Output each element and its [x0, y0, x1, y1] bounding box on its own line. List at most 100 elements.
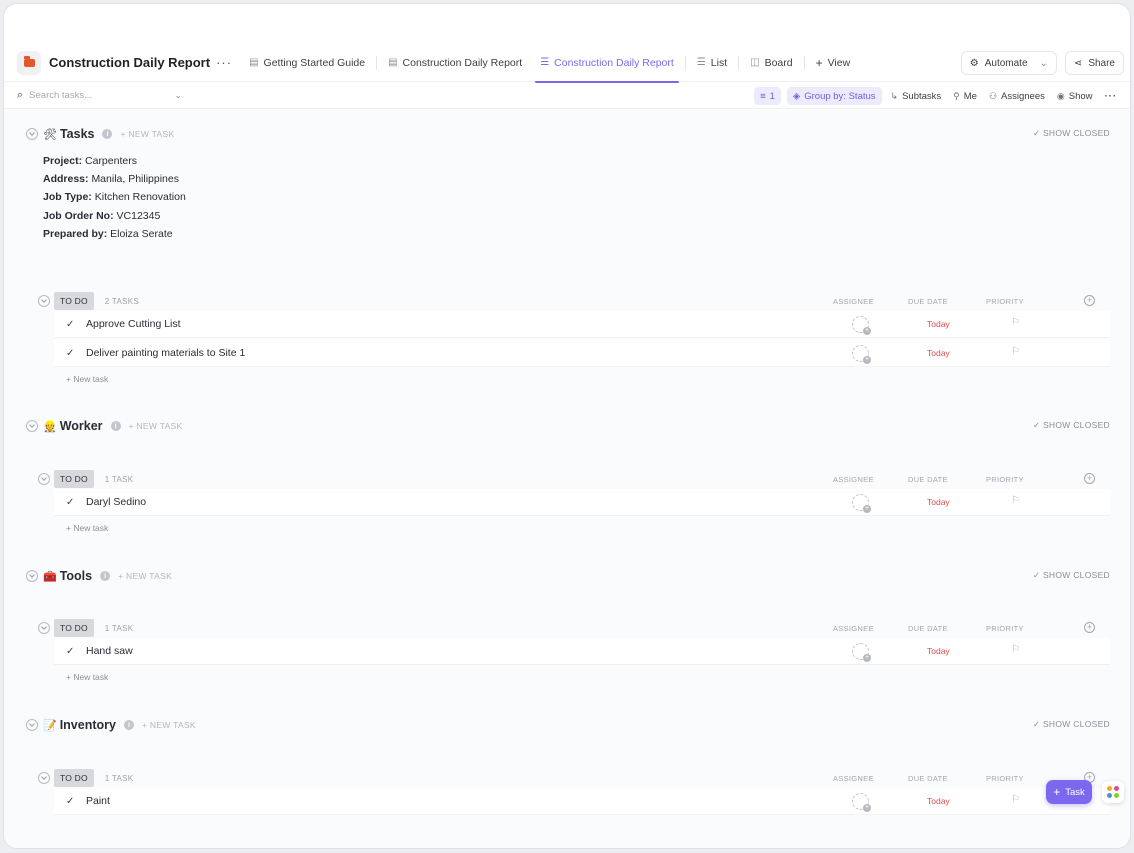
task-row[interactable]: ✓ Approve Cutting List Today ⚐: [54, 311, 1110, 338]
task-name[interactable]: Hand saw: [86, 645, 133, 657]
automate-button[interactable]: ⚙ Automate ⌄: [960, 51, 1057, 75]
collapse-icon[interactable]: [38, 295, 50, 307]
user-icon: ⚲: [953, 90, 960, 101]
column-due-date[interactable]: DUE DATE: [908, 774, 948, 783]
priority-flag-icon[interactable]: ⚐: [1011, 495, 1020, 506]
more-options-icon[interactable]: ···: [1102, 91, 1121, 102]
folder-icon[interactable]: [17, 50, 41, 75]
status-badge[interactable]: TO DO: [54, 769, 94, 787]
show-closed-button[interactable]: ✓ SHOW CLOSED: [1033, 420, 1110, 431]
collapse-icon[interactable]: [26, 420, 38, 432]
assignee-avatar-icon[interactable]: [852, 793, 871, 812]
task-name[interactable]: Daryl Sedino: [86, 496, 146, 508]
new-task-button[interactable]: + NEW TASK: [118, 571, 172, 581]
task-name[interactable]: Approve Cutting List: [86, 318, 181, 330]
column-assignee[interactable]: ASSIGNEE: [833, 774, 874, 783]
tab-getting-started[interactable]: ▤ Getting Started Guide: [240, 44, 374, 82]
assignee-avatar-icon[interactable]: [852, 494, 871, 513]
task-name[interactable]: Deliver painting materials to Site 1: [86, 347, 245, 359]
chevron-down-icon[interactable]: ⌄: [174, 90, 182, 101]
subtasks-button[interactable]: ↳ Subtasks: [888, 91, 945, 102]
group-by-button[interactable]: ◈ Group by: Status: [786, 87, 882, 105]
task-row[interactable]: ✓ Paint Today ⚐: [54, 788, 1110, 815]
section-title[interactable]: Tools: [60, 569, 92, 583]
collapse-icon[interactable]: [26, 128, 38, 140]
task-name[interactable]: Paint: [86, 795, 110, 807]
new-task-button[interactable]: + NEW TASK: [129, 421, 183, 431]
column-priority[interactable]: PRIORITY: [986, 297, 1024, 306]
check-icon[interactable]: ✓: [66, 646, 86, 657]
column-due-date[interactable]: DUE DATE: [908, 624, 948, 633]
tab-list[interactable]: ☰ List: [688, 44, 736, 82]
info-icon[interactable]: i: [102, 129, 113, 139]
list-title[interactable]: Construction Daily Report: [49, 55, 210, 70]
status-badge[interactable]: TO DO: [54, 292, 94, 310]
collapse-icon[interactable]: [38, 622, 50, 634]
assignees-button[interactable]: ⚇ Assignees: [986, 91, 1048, 102]
add-task-link[interactable]: + New task: [66, 523, 108, 533]
due-date[interactable]: Today: [927, 348, 950, 358]
add-task-link[interactable]: + New task: [66, 672, 108, 682]
tab-doc-report[interactable]: ▤ Construction Daily Report: [379, 44, 531, 82]
column-assignee[interactable]: ASSIGNEE: [833, 624, 874, 633]
new-task-button[interactable]: + NEW TASK: [120, 129, 174, 139]
collapse-icon[interactable]: [26, 570, 38, 582]
due-date[interactable]: Today: [927, 497, 950, 507]
add-task-fab-button[interactable]: + Task: [1046, 780, 1092, 804]
column-due-date[interactable]: DUE DATE: [908, 475, 948, 484]
priority-flag-icon[interactable]: ⚐: [1011, 317, 1020, 328]
collapse-icon[interactable]: [38, 772, 50, 784]
show-closed-button[interactable]: ✓ SHOW CLOSED: [1033, 719, 1110, 730]
priority-flag-icon[interactable]: ⚐: [1011, 794, 1020, 805]
assignee-avatar-icon[interactable]: [852, 643, 871, 662]
add-column-icon[interactable]: +: [1084, 622, 1095, 633]
add-task-link[interactable]: + New task: [66, 374, 108, 384]
assignee-avatar-icon[interactable]: [852, 316, 871, 335]
column-priority[interactable]: PRIORITY: [986, 774, 1024, 783]
filter-button[interactable]: ≡ 1: [754, 87, 781, 105]
collapse-icon[interactable]: [38, 473, 50, 485]
priority-flag-icon[interactable]: ⚐: [1011, 346, 1020, 357]
column-priority[interactable]: PRIORITY: [986, 624, 1024, 633]
add-view-button[interactable]: + View: [807, 44, 860, 82]
more-options-icon[interactable]: ···: [216, 55, 232, 70]
assignee-avatar-icon[interactable]: [852, 345, 871, 364]
column-priority[interactable]: PRIORITY: [986, 475, 1024, 484]
apps-grid-icon[interactable]: [1102, 781, 1124, 803]
tab-list-report[interactable]: ☰ Construction Daily Report: [531, 44, 683, 83]
collapse-icon[interactable]: [26, 719, 38, 731]
add-column-icon[interactable]: +: [1084, 295, 1095, 306]
section-title[interactable]: Worker: [60, 419, 103, 433]
column-assignee[interactable]: ASSIGNEE: [833, 475, 874, 484]
show-closed-button[interactable]: ✓ SHOW CLOSED: [1033, 570, 1110, 581]
task-row[interactable]: ✓ Daryl Sedino Today ⚐: [54, 489, 1110, 516]
due-date[interactable]: Today: [927, 319, 950, 329]
status-badge[interactable]: TO DO: [54, 470, 94, 488]
section-title[interactable]: Tasks: [60, 127, 95, 141]
info-icon[interactable]: i: [123, 720, 134, 730]
column-due-date[interactable]: DUE DATE: [908, 297, 948, 306]
section-title[interactable]: Inventory: [60, 718, 116, 732]
add-column-icon[interactable]: +: [1084, 473, 1095, 484]
check-icon[interactable]: ✓: [66, 497, 86, 508]
show-closed-label: SHOW CLOSED: [1042, 719, 1110, 729]
priority-flag-icon[interactable]: ⚐: [1011, 644, 1020, 655]
info-icon[interactable]: i: [110, 421, 121, 431]
column-assignee[interactable]: ASSIGNEE: [833, 297, 874, 306]
task-row[interactable]: ✓ Hand saw Today ⚐: [54, 638, 1110, 665]
share-button[interactable]: ⋖ Share: [1064, 51, 1124, 75]
due-date[interactable]: Today: [927, 646, 950, 656]
task-row[interactable]: ✓ Deliver painting materials to Site 1 T…: [54, 340, 1110, 367]
check-icon[interactable]: ✓: [66, 319, 86, 330]
show-button[interactable]: ◉ Show: [1054, 91, 1096, 102]
tab-board[interactable]: ◫ Board: [741, 44, 801, 82]
check-icon[interactable]: ✓: [66, 796, 86, 807]
show-closed-button[interactable]: ✓ SHOW CLOSED: [1033, 128, 1110, 139]
search-input[interactable]: ⌕ Search tasks... ⌄: [17, 89, 182, 102]
me-filter-button[interactable]: ⚲ Me: [950, 91, 980, 102]
status-badge[interactable]: TO DO: [54, 619, 94, 637]
info-icon[interactable]: i: [100, 571, 111, 581]
check-icon[interactable]: ✓: [66, 348, 86, 359]
due-date[interactable]: Today: [927, 796, 950, 806]
new-task-button[interactable]: + NEW TASK: [142, 720, 196, 730]
